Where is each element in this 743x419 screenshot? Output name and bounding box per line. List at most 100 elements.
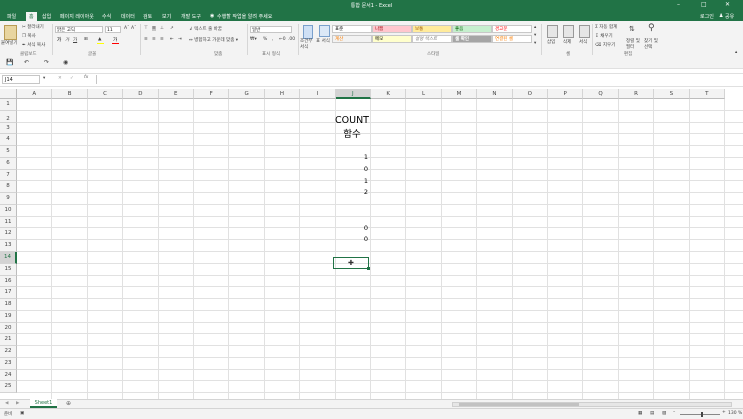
italic-icon[interactable]: 가 bbox=[65, 37, 69, 43]
scrollbar-thumb[interactable] bbox=[459, 403, 579, 406]
row-header-18[interactable]: 18 bbox=[0, 299, 17, 311]
prev-sheet-icon[interactable]: ◀ bbox=[5, 401, 8, 406]
gallery-down-icon[interactable]: ▾ bbox=[534, 33, 536, 38]
style-bad[interactable]: 나쁨 bbox=[372, 25, 412, 33]
tab-file[interactable]: 파일 bbox=[7, 13, 16, 20]
tab-view[interactable]: 보기 bbox=[162, 13, 171, 20]
column-header-p[interactable]: P bbox=[548, 89, 584, 99]
align-right-icon[interactable]: ≡ bbox=[160, 37, 164, 42]
insert-cells-button[interactable]: 삽입 bbox=[547, 39, 555, 45]
tab-data[interactable]: 데이터 bbox=[121, 13, 135, 20]
row-header-2[interactable]: 2 bbox=[0, 110, 17, 123]
format-painter-button[interactable]: ✒ 서식 복사 bbox=[22, 42, 45, 48]
row-header-7[interactable]: 7 bbox=[0, 169, 17, 182]
column-header-e[interactable]: E bbox=[158, 89, 194, 99]
sheet-tab-sheet1[interactable]: Sheet1 bbox=[30, 399, 57, 408]
clear-button[interactable]: ⌫ 지우기 bbox=[595, 42, 615, 48]
row-header-10[interactable]: 10 bbox=[0, 204, 17, 217]
number-format-select[interactable]: 일반 bbox=[250, 26, 292, 33]
maximize-icon[interactable]: □ bbox=[701, 1, 707, 8]
wrap-text-button[interactable]: ↲ 텍스트 줄 바꿈 bbox=[189, 26, 222, 32]
zoom-slider-thumb[interactable] bbox=[701, 412, 703, 417]
style-good[interactable]: 좋음 bbox=[452, 25, 492, 33]
cut-button[interactable]: ✂ 잘라내기 bbox=[22, 24, 44, 30]
increase-decimal-icon[interactable]: ←0 bbox=[279, 37, 286, 42]
style-explanatory[interactable]: 설명 텍스트 bbox=[412, 35, 452, 43]
column-header-g[interactable]: G bbox=[229, 89, 265, 99]
paste-button[interactable]: 붙여넣기 bbox=[1, 40, 18, 46]
comma-icon[interactable]: , bbox=[272, 37, 273, 42]
style-note[interactable]: 메모 bbox=[372, 35, 412, 43]
cell-j8[interactable]: 2 bbox=[334, 188, 368, 196]
cell-j6[interactable]: 0 bbox=[334, 165, 368, 173]
cell-j2[interactable]: COUNT 함수 bbox=[334, 115, 370, 140]
column-header-f[interactable]: F bbox=[194, 89, 230, 99]
row-header-17[interactable]: 17 bbox=[0, 287, 17, 300]
column-header-c[interactable]: C bbox=[87, 89, 124, 99]
formula-input[interactable] bbox=[96, 75, 742, 84]
style-warning[interactable]: 경고문 bbox=[492, 25, 532, 33]
zoom-in-icon[interactable]: + bbox=[722, 410, 726, 415]
collapse-ribbon-icon[interactable]: ▴ bbox=[735, 50, 737, 55]
tab-review[interactable]: 검토 bbox=[143, 13, 152, 20]
row-header-14[interactable]: 14 bbox=[0, 252, 17, 264]
tab-insert[interactable]: 삽입 bbox=[42, 13, 51, 20]
row-header-6[interactable]: 6 bbox=[0, 157, 17, 170]
find-select-button[interactable]: 찾기 및 선택 bbox=[644, 39, 661, 51]
table-format-button[interactable]: 표 서식 bbox=[316, 39, 330, 45]
row-header-11[interactable]: 11 bbox=[0, 216, 17, 229]
row-header-8[interactable]: 8 bbox=[0, 181, 17, 194]
row-header-1[interactable]: 1 bbox=[0, 99, 17, 111]
row-header-20[interactable]: 20 bbox=[0, 322, 17, 335]
style-check-cell[interactable]: 셀 확인 bbox=[452, 35, 492, 43]
name-box-dropdown-icon[interactable]: ▾ bbox=[43, 76, 45, 81]
row-header-5[interactable]: 5 bbox=[0, 146, 17, 158]
orientation-icon[interactable]: ↗ bbox=[170, 26, 174, 31]
row-header-4[interactable]: 4 bbox=[0, 134, 17, 147]
column-header-j[interactable]: J bbox=[335, 89, 371, 99]
cell-j12[interactable]: 0 bbox=[334, 235, 368, 243]
column-header-o[interactable]: O bbox=[512, 89, 548, 99]
horizontal-scrollbar[interactable] bbox=[452, 402, 732, 407]
column-header-n[interactable]: N bbox=[477, 89, 513, 99]
search-icon[interactable]: ⚲ bbox=[648, 23, 655, 33]
align-center-icon[interactable]: ≡ bbox=[152, 37, 156, 42]
column-header-q[interactable]: Q bbox=[583, 89, 619, 99]
column-header-k[interactable]: K bbox=[371, 89, 407, 99]
select-all-corner[interactable] bbox=[0, 89, 17, 99]
tab-home[interactable]: 홈 bbox=[26, 12, 37, 21]
row-header-12[interactable]: 12 bbox=[0, 228, 17, 241]
decrease-decimal-icon[interactable]: .00 bbox=[288, 37, 295, 42]
gallery-more-icon[interactable]: ▾ bbox=[534, 41, 536, 46]
style-calculation[interactable]: 계산 bbox=[332, 35, 372, 43]
conditional-format-icon[interactable] bbox=[303, 25, 313, 39]
sort-filter-button[interactable]: 정렬 및 필터 bbox=[626, 39, 642, 51]
add-sheet-icon[interactable]: ⊕ bbox=[66, 400, 71, 407]
tab-formulas[interactable]: 수식 bbox=[102, 13, 111, 20]
format-cells-icon[interactable] bbox=[579, 25, 590, 38]
redo-icon[interactable]: ↷ bbox=[44, 59, 49, 66]
normal-view-icon[interactable]: ▦ bbox=[638, 411, 642, 416]
font-shrink-icon[interactable]: Aˇ bbox=[131, 26, 136, 31]
row-header-24[interactable]: 24 bbox=[0, 369, 17, 382]
row-header-3[interactable]: 3 bbox=[0, 122, 17, 135]
share-button[interactable]: 공유 bbox=[725, 13, 734, 20]
macro-record-icon[interactable]: ▣ bbox=[20, 411, 24, 416]
align-middle-icon[interactable]: ≡ bbox=[152, 26, 156, 31]
tab-developer[interactable]: 개발 도구 bbox=[181, 13, 201, 20]
copy-button[interactable]: ❐ 복사 bbox=[22, 33, 36, 39]
zoom-slider[interactable] bbox=[680, 414, 720, 415]
column-header-m[interactable]: M bbox=[441, 89, 478, 99]
row-header-23[interactable]: 23 bbox=[0, 357, 17, 370]
sort-filter-icon[interactable]: ⇅ bbox=[629, 25, 635, 33]
fill-handle[interactable] bbox=[367, 267, 370, 270]
column-header-h[interactable]: H bbox=[264, 89, 301, 99]
zoom-level[interactable]: 130 % bbox=[728, 411, 742, 416]
column-header-i[interactable]: I bbox=[300, 89, 336, 99]
sign-in-link[interactable]: 로그인 bbox=[700, 13, 714, 20]
fill-color-icon[interactable]: ▲ bbox=[98, 37, 101, 42]
undo-icon[interactable]: ↶ bbox=[24, 59, 29, 66]
align-left-icon[interactable]: ≡ bbox=[144, 37, 148, 42]
font-grow-icon[interactable]: Aˆ bbox=[124, 26, 129, 31]
style-linked-cell[interactable]: 연결된 셀 bbox=[492, 35, 532, 43]
